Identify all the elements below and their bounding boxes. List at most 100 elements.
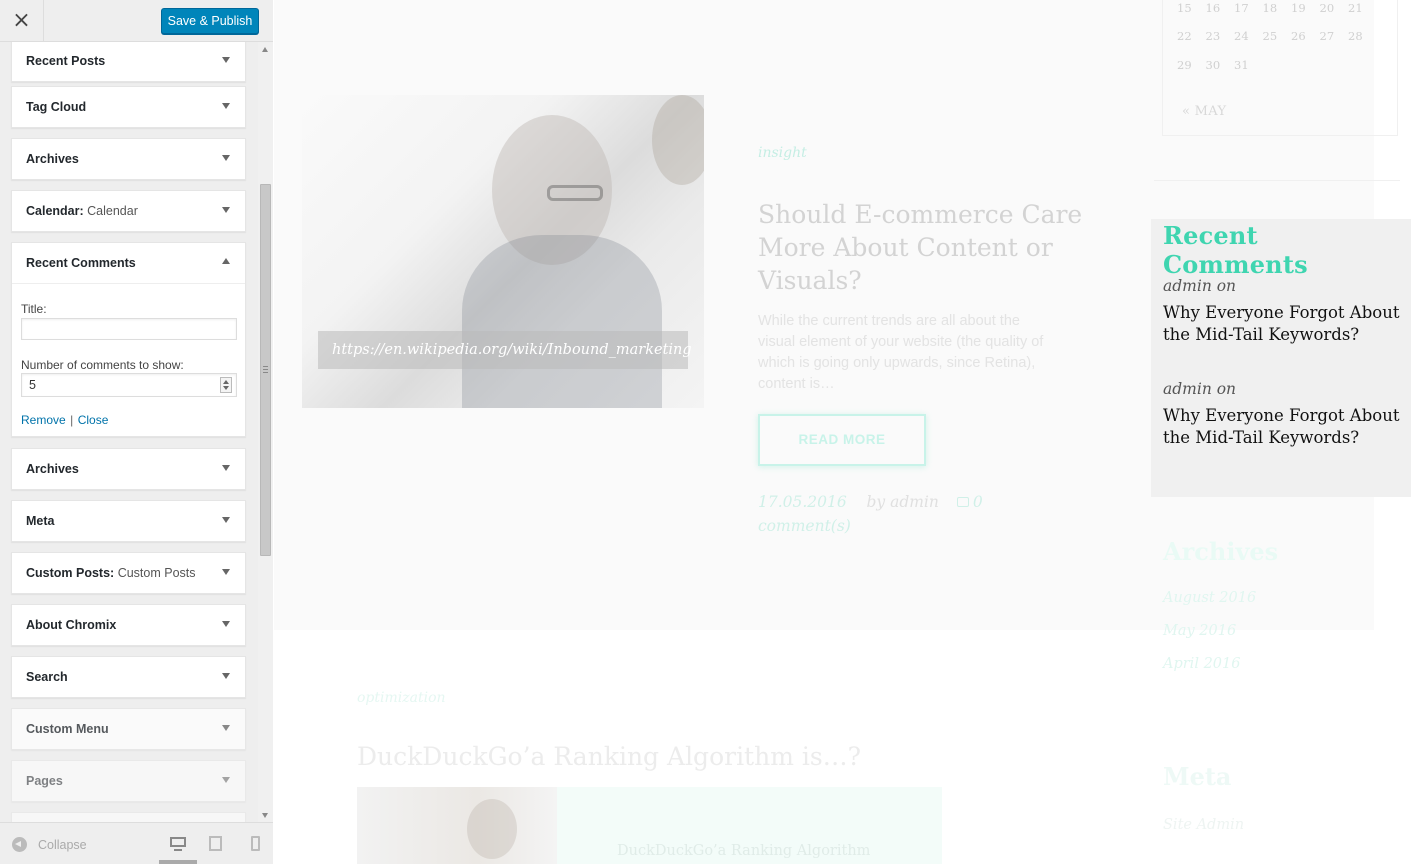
widget-title: Recent Comments: [26, 256, 136, 270]
grip-icon: [263, 366, 268, 373]
widget-tag-cloud[interactable]: Tag Cloud: [11, 86, 246, 128]
widget-title: Calendar: Calendar: [26, 204, 138, 218]
comment-post-link[interactable]: Why Everyone Forgot About the Mid-Tail K…: [1163, 405, 1403, 449]
widget-heading: Recent Comments: [1163, 221, 1308, 279]
close-customizer-button[interactable]: ×: [0, 0, 44, 42]
collapse-arrow-icon[interactable]: [222, 258, 230, 264]
archive-link[interactable]: April 2016: [1163, 656, 1240, 672]
number-spinner-icon[interactable]: [220, 377, 232, 393]
collapse-button[interactable]: Collapse: [38, 838, 87, 852]
calendar-day: 15: [1177, 1, 1192, 15]
post-date[interactable]: 17.05.2016: [758, 493, 847, 511]
widget-title: About Chromix: [26, 618, 117, 632]
image-banner-text: DuckDuckGo’a Ranking Algorithm: [617, 843, 871, 859]
panel-scrollbar[interactable]: [258, 42, 273, 822]
widget-title: Search: [26, 670, 68, 684]
expand-arrow-icon[interactable]: [222, 103, 230, 109]
widget-subtitle: Custom Posts: [117, 566, 196, 580]
divider: [1154, 180, 1400, 181]
widget-pages[interactable]: Pages: [11, 760, 246, 802]
post-title[interactable]: DuckDuckGo’a Ranking Algorithm is…?: [357, 742, 861, 771]
comments-count-input[interactable]: 5: [21, 373, 237, 397]
save-publish-button[interactable]: Save & Publish: [161, 8, 259, 34]
post-meta: 17.05.2016 by admin 0 comment(s): [758, 490, 1018, 538]
meta-link[interactable]: Site Admin: [1163, 817, 1244, 833]
widget-title: Archives: [26, 462, 79, 476]
post-featured-image[interactable]: [357, 787, 557, 864]
calendar-week: 15 16 17 18 19 20 21: [1177, 1, 1377, 15]
expand-arrow-icon[interactable]: [222, 725, 230, 731]
post-author[interactable]: by admin: [866, 493, 938, 511]
calendar-day: 31: [1234, 58, 1249, 72]
expand-arrow-icon[interactable]: [222, 569, 230, 575]
archive-link[interactable]: May 2016: [1163, 623, 1236, 639]
calendar-day: 29: [1177, 58, 1192, 72]
widget-archives-2[interactable]: Archives: [11, 448, 246, 490]
post-category[interactable]: insight: [758, 145, 807, 161]
scroll-down-icon[interactable]: [262, 813, 268, 818]
scrollbar-thumb[interactable]: [260, 184, 271, 556]
customizer-panel: × Save & Publish Recent Posts Tag Cloud …: [0, 0, 273, 864]
collapse-icon[interactable]: [12, 837, 27, 852]
widget-archives[interactable]: Archives: [11, 138, 246, 180]
widget-calendar[interactable]: Calendar: Calendar: [11, 190, 246, 232]
expand-arrow-icon[interactable]: [222, 465, 230, 471]
widget-recent-comments[interactable]: Recent Comments Title: Number of comment…: [11, 242, 246, 437]
comments-count-value: 5: [29, 378, 36, 392]
widget-next[interactable]: [11, 812, 246, 822]
widget-custom-posts[interactable]: Custom Posts: Custom Posts: [11, 552, 246, 594]
widget-title-text: Calendar:: [26, 204, 84, 218]
calendar-day: 17: [1234, 1, 1249, 15]
widget-title: Meta: [26, 514, 55, 528]
calendar-day: 18: [1262, 1, 1278, 15]
expand-arrow-icon[interactable]: [222, 777, 230, 783]
title-input[interactable]: [21, 318, 237, 340]
desktop-preview-icon[interactable]: [168, 835, 188, 853]
post-title[interactable]: Should E-commerce Care More About Conten…: [758, 198, 1088, 297]
expand-arrow-icon[interactable]: [222, 155, 230, 161]
expand-arrow-icon[interactable]: [222, 207, 230, 213]
expand-arrow-icon[interactable]: [222, 673, 230, 679]
widget-actions: Remove | Close: [21, 411, 108, 429]
widget-title: Tag Cloud: [26, 100, 87, 114]
widget-heading: Meta: [1163, 762, 1232, 791]
calendar-widget: 15 16 17 18 19 20 21 22 23 24 25 26 27 28 29 30 31 « M…: [1162, 0, 1398, 136]
widget-custom-menu[interactable]: Custom Menu: [11, 708, 246, 750]
tablet-preview-icon[interactable]: [206, 835, 226, 853]
widget-meta[interactable]: Meta: [11, 500, 246, 542]
separator: |: [70, 413, 74, 427]
mobile-preview-icon[interactable]: [247, 835, 267, 853]
widget-title: Recent Posts: [26, 54, 106, 68]
comment-post-link[interactable]: Why Everyone Forgot About the Mid-Tail K…: [1163, 302, 1403, 346]
calendar-day: 24: [1234, 29, 1249, 43]
calendar-week: 22 23 24 25 26 27 28: [1177, 29, 1377, 43]
calendar-day: 20: [1319, 1, 1335, 15]
widget-recent-posts[interactable]: Recent Posts: [11, 42, 246, 82]
calendar-day: 30: [1205, 58, 1221, 72]
widget-title: Custom Posts: Custom Posts: [26, 566, 196, 580]
post-featured-image[interactable]: https://en.wikipedia.org/wiki/Inbound_ma…: [302, 95, 704, 408]
calendar-day: 19: [1291, 1, 1306, 15]
expand-arrow-icon[interactable]: [222, 57, 230, 63]
scroll-up-icon[interactable]: [262, 47, 268, 52]
comment-author[interactable]: admin on: [1163, 277, 1236, 295]
close-link[interactable]: Close: [78, 413, 109, 427]
calendar-prev-link[interactable]: « MAY: [1182, 104, 1226, 119]
archive-link[interactable]: August 2016: [1163, 590, 1256, 606]
post-image-banner: DuckDuckGo’a Ranking Algorithm: [557, 787, 942, 864]
panel-footer: Collapse: [0, 822, 273, 864]
expand-arrow-icon[interactable]: [222, 517, 230, 523]
image-caption[interactable]: https://en.wikipedia.org/wiki/Inbound_ma…: [318, 331, 692, 369]
post-category[interactable]: optimization: [357, 690, 446, 706]
calendar-week: 29 30 31: [1177, 58, 1263, 72]
widget-subtitle: Calendar: [87, 204, 138, 218]
widget-search[interactable]: Search: [11, 656, 246, 698]
widget-heading: Archives: [1163, 537, 1279, 566]
widget-about-chromix[interactable]: About Chromix: [11, 604, 246, 646]
read-more-button[interactable]: READ MORE: [758, 414, 926, 466]
expand-arrow-icon[interactable]: [222, 621, 230, 627]
comments-count-label: Number of comments to show:: [21, 358, 184, 372]
widget-title-text: Custom Posts:: [26, 566, 115, 580]
comment-author[interactable]: admin on: [1163, 380, 1236, 398]
remove-link[interactable]: Remove: [21, 413, 66, 427]
